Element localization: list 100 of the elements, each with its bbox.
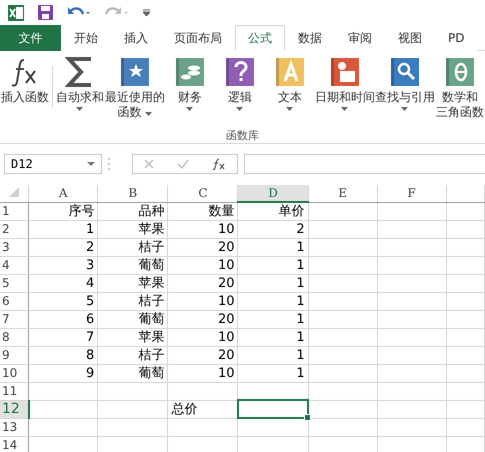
- active-cell[interactable]: [238, 400, 308, 418]
- table-cell[interactable]: [308, 220, 378, 238]
- table-cell[interactable]: 5: [28, 292, 98, 310]
- column-header[interactable]: F: [377, 185, 446, 202]
- row-header[interactable]: 2: [0, 220, 29, 238]
- row-header[interactable]: 13: [0, 418, 29, 436]
- table-cell[interactable]: 10: [168, 364, 238, 382]
- table-cell[interactable]: [377, 364, 446, 382]
- table-cell[interactable]: [377, 274, 446, 292]
- table-cell[interactable]: 苹果: [98, 328, 168, 346]
- table-cell[interactable]: [377, 220, 446, 238]
- table-cell[interactable]: 1: [238, 256, 308, 274]
- table-cell[interactable]: 10: [168, 292, 238, 310]
- table-cell[interactable]: 序号: [28, 202, 98, 220]
- formula-input-field[interactable]: [244, 154, 485, 174]
- table-cell[interactable]: [168, 418, 238, 436]
- table-cell[interactable]: 总价: [168, 400, 238, 418]
- table-cell[interactable]: 桔子: [98, 238, 168, 256]
- cancel-icon[interactable]: [144, 159, 154, 169]
- table-cell[interactable]: 1: [238, 292, 308, 310]
- table-cell[interactable]: [377, 328, 446, 346]
- save-icon[interactable]: [38, 5, 53, 20]
- table-cell[interactable]: 桔子: [98, 292, 168, 310]
- table-cell[interactable]: [377, 382, 446, 400]
- table-cell[interactable]: 1: [238, 364, 308, 382]
- table-cell[interactable]: [377, 346, 446, 364]
- table-cell[interactable]: 1: [238, 310, 308, 328]
- table-cell[interactable]: 1: [238, 238, 308, 256]
- table-cell[interactable]: [98, 400, 168, 418]
- table-cell[interactable]: [377, 418, 446, 436]
- ribbon-button[interactable]: 逻辑: [214, 56, 265, 128]
- file-menu-tab[interactable]: 文件: [0, 25, 61, 51]
- table-cell[interactable]: [377, 202, 446, 220]
- table-cell[interactable]: [308, 364, 378, 382]
- table-cell[interactable]: 1: [28, 220, 98, 238]
- row-header[interactable]: 9: [0, 346, 29, 364]
- table-cell[interactable]: [377, 310, 446, 328]
- table-cell[interactable]: 桔子: [98, 346, 168, 364]
- ribbon-button[interactable]: 数学和 三角函数: [434, 56, 485, 128]
- table-cell[interactable]: 9: [28, 364, 98, 382]
- row-header[interactable]: 3: [0, 238, 29, 256]
- table-cell[interactable]: [308, 238, 378, 256]
- ribbon-button[interactable]: 最近使用的 函数: [104, 56, 165, 128]
- column-header[interactable]: C: [168, 185, 238, 202]
- table-cell[interactable]: [308, 274, 378, 292]
- row-header[interactable]: 10: [0, 364, 29, 382]
- table-cell[interactable]: [308, 202, 378, 220]
- table-cell[interactable]: [28, 400, 98, 418]
- row-header[interactable]: 6: [0, 292, 29, 310]
- table-cell[interactable]: [98, 382, 168, 400]
- table-cell[interactable]: 苹果: [98, 274, 168, 292]
- table-cell[interactable]: 数量: [168, 202, 238, 220]
- row-header[interactable]: 4: [0, 256, 29, 274]
- table-cell[interactable]: 单价: [238, 202, 308, 220]
- table-cell[interactable]: [308, 382, 378, 400]
- function-icon[interactable]: [212, 158, 226, 170]
- column-header[interactable]: E: [308, 185, 378, 202]
- table-cell[interactable]: [377, 238, 446, 256]
- row-header[interactable]: 11: [0, 382, 29, 400]
- table-cell[interactable]: [238, 418, 308, 436]
- ribbon-button[interactable]: 日期和时间: [314, 56, 375, 128]
- column-header[interactable]: B: [98, 185, 168, 202]
- table-cell[interactable]: 1: [238, 346, 308, 364]
- row-header[interactable]: 12: [0, 400, 29, 418]
- ribbon-button[interactable]: 文本: [264, 56, 315, 128]
- table-cell[interactable]: 20: [168, 310, 238, 328]
- table-cell[interactable]: 葡萄: [98, 256, 168, 274]
- ribbon-tab[interactable]: 公式: [235, 25, 285, 51]
- table-cell[interactable]: 品种: [98, 202, 168, 220]
- table-cell[interactable]: [308, 400, 378, 418]
- row-header[interactable]: 7: [0, 310, 29, 328]
- table-cell[interactable]: 10: [168, 328, 238, 346]
- table-cell[interactable]: [308, 256, 378, 274]
- table-cell[interactable]: [308, 292, 378, 310]
- table-cell[interactable]: 7: [28, 328, 98, 346]
- column-header[interactable]: D: [238, 185, 308, 202]
- row-header[interactable]: 8: [0, 328, 29, 346]
- customize-toolbar-icon[interactable]: [143, 9, 150, 16]
- table-cell[interactable]: 8: [28, 346, 98, 364]
- name-box[interactable]: D12: [4, 154, 102, 174]
- table-cell[interactable]: [168, 382, 238, 400]
- table-cell[interactable]: 苹果: [98, 220, 168, 238]
- table-cell[interactable]: 3: [28, 256, 98, 274]
- table-cell[interactable]: [308, 310, 378, 328]
- table-cell[interactable]: 2: [28, 238, 98, 256]
- table-cell[interactable]: 20: [168, 346, 238, 364]
- table-cell[interactable]: [28, 382, 98, 400]
- row-header[interactable]: 5: [0, 274, 29, 292]
- table-cell[interactable]: 4: [28, 274, 98, 292]
- table-cell[interactable]: [377, 400, 446, 418]
- table-cell[interactable]: [308, 346, 378, 364]
- table-cell[interactable]: 葡萄: [98, 364, 168, 382]
- column-header[interactable]: A: [28, 185, 98, 202]
- table-cell[interactable]: 葡萄: [98, 310, 168, 328]
- table-cell[interactable]: [308, 328, 378, 346]
- table-cell[interactable]: [98, 418, 168, 436]
- table-cell[interactable]: [377, 292, 446, 310]
- ribbon-button[interactable]: 财务: [164, 56, 215, 128]
- table-cell[interactable]: [28, 418, 98, 436]
- fill-handle[interactable]: [304, 414, 312, 421]
